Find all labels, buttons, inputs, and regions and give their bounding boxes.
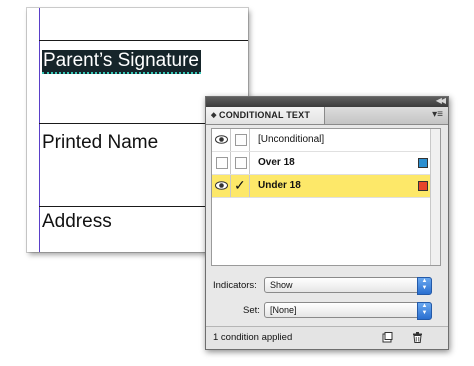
tab-expand-arrows-icon[interactable]: ◆ <box>211 107 216 124</box>
panel-menu-icon[interactable]: ▾≡ <box>432 110 443 120</box>
visibility-toggle[interactable] <box>212 175 231 197</box>
status-text: 1 condition applied <box>213 332 293 343</box>
apply-checkbox[interactable] <box>231 152 250 174</box>
tab-label: CONDITIONAL TEXT <box>219 110 311 120</box>
printed-name-text[interactable]: Printed Name <box>42 132 158 154</box>
condition-color-swatch <box>418 181 428 191</box>
condition-row-over-18[interactable]: Over 18 <box>212 152 430 175</box>
apply-checkbox[interactable] <box>231 129 250 151</box>
set-label: Set: <box>243 305 260 316</box>
checkbox-box <box>235 157 247 169</box>
apply-checkbox[interactable]: ✓ <box>231 175 250 197</box>
set-value: [None] <box>270 305 297 315</box>
indicators-select[interactable]: Show ▲ ▼ <box>264 277 432 295</box>
visibility-box <box>216 157 228 169</box>
select-stepper-icon: ▲ ▼ <box>417 302 432 320</box>
condition-label: Over 18 <box>258 157 295 168</box>
new-condition-icon[interactable] <box>382 332 393 343</box>
panel-status-bar: 1 condition applied <box>206 326 448 349</box>
set-select[interactable]: [None] ▲ ▼ <box>264 302 432 320</box>
condition-color-swatch <box>418 158 428 168</box>
condition-row-under-18[interactable]: ✓ Under 18 <box>212 175 430 198</box>
checkbox-box <box>235 134 247 146</box>
condition-label: [Unconditional] <box>258 134 325 145</box>
tab-conditional-text[interactable]: ◆ CONDITIONAL TEXT <box>206 107 325 124</box>
panel-tab-row: ◆ CONDITIONAL TEXT ▾≡ <box>206 107 448 125</box>
indicators-label: Indicators: <box>213 280 257 291</box>
trash-icon[interactable] <box>412 332 423 343</box>
indicators-value: Show <box>270 280 293 290</box>
condition-row-unconditional[interactable]: [Unconditional] <box>212 129 430 152</box>
checkmark-icon: ✓ <box>234 177 246 193</box>
visibility-toggle[interactable] <box>212 129 231 151</box>
double-chevron-right-icon[interactable]: ◀◀ <box>436 96 446 105</box>
conditions-list: [Unconditional] Over 18 ✓ Under 18 <box>211 128 441 266</box>
address-text[interactable]: Address <box>42 211 112 233</box>
signature-rule-top <box>39 40 248 41</box>
panel-titlebar[interactable]: ◀◀ <box>206 96 448 107</box>
conditional-text-panel: ◀◀ ◆ CONDITIONAL TEXT ▾≡ [Unconditional] <box>205 96 449 350</box>
margin-guide <box>39 8 40 252</box>
eye-icon <box>215 181 228 190</box>
condition-label: Under 18 <box>258 180 301 191</box>
select-stepper-icon: ▲ ▼ <box>417 277 432 295</box>
list-scrollbar[interactable] <box>430 129 440 265</box>
parents-signature-text[interactable]: Parent’s Signature <box>42 50 201 74</box>
eye-icon <box>215 135 228 144</box>
visibility-toggle[interactable] <box>212 152 231 174</box>
